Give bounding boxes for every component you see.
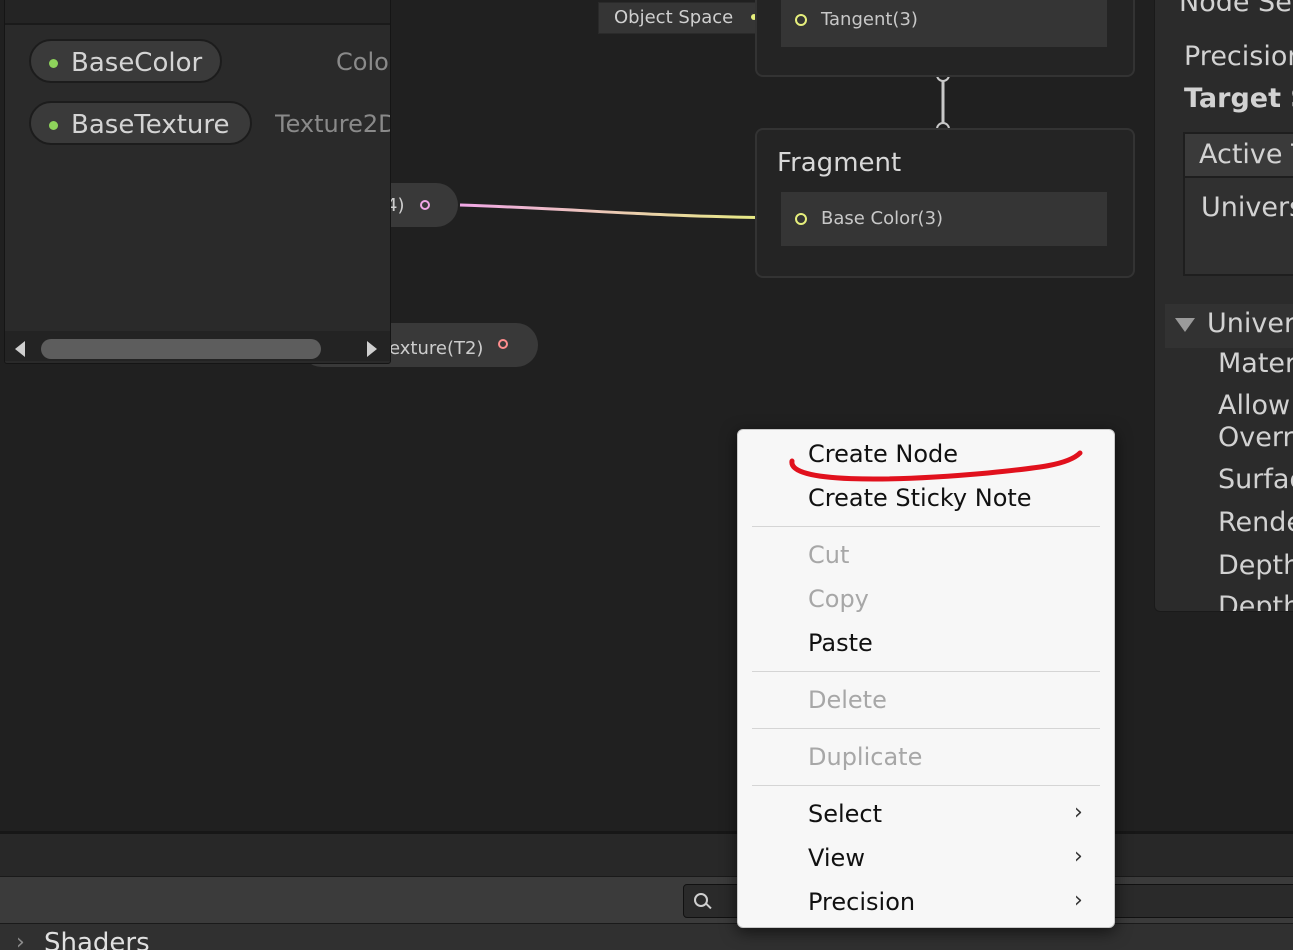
property-type: Colo [336,48,389,76]
menu-separator [752,785,1100,786]
chevron-right-icon[interactable]: › [16,930,25,950]
texture-node-output-label: exture(T2) [389,338,484,359]
graph-inspector-panel: Node Set Precision Target S Active T Uni… [1154,0,1293,612]
tangent-slot[interactable]: Tangent(3) [781,0,1107,47]
menu-item-select[interactable]: Select [808,800,882,828]
inspector-tab-node-settings[interactable]: Node Set [1179,0,1293,18]
submenu-arrow-icon: › [1074,800,1083,825]
depth-test-label: Depth [1218,591,1293,612]
color-to-basecolor-edge[interactable] [459,203,781,220]
property-pill-basetexture[interactable]: BaseTexture [29,101,252,145]
tangent-input-port[interactable] [795,14,807,26]
project-folder-label: Shaders [44,928,150,950]
color-output-port[interactable] [420,200,430,210]
property-dot-icon [49,59,58,68]
menu-separator [752,526,1100,527]
active-targets-label: Active T [1199,139,1293,170]
fragment-context-block[interactable]: Fragment Base Color(3) [755,128,1135,278]
depth-write-label: Depth [1218,550,1293,581]
horizontal-scrollbar[interactable] [5,331,390,361]
allow-override-label-line2: Overri [1218,422,1293,453]
material-field-label: Mater [1218,348,1293,379]
blackboard-panel: BaseColor Colo BaseTexture Texture2D [4,0,391,364]
scroll-left-icon[interactable] [15,341,25,357]
menu-separator [752,728,1100,729]
blackboard-header [5,0,390,25]
menu-item-precision[interactable]: Precision [808,888,915,916]
base-color-slot[interactable]: Base Color(3) [781,192,1107,246]
object-space-label: Object Space [614,7,734,28]
property-name: BaseTexture [71,110,230,140]
shader-graph-canvas[interactable]: 4) exture(T2) BaseColor Colo BaseTexture… [0,0,1293,950]
fragment-title: Fragment [777,148,902,178]
base-color-slot-label: Base Color(3) [821,208,944,229]
property-name: BaseColor [71,48,203,78]
submenu-arrow-icon: › [1074,844,1083,869]
tangent-slot-label: Tangent(3) [821,9,918,30]
property-type: Texture2D [275,110,390,138]
allow-override-label: Allow [1218,390,1291,421]
search-icon [694,893,708,907]
menu-item-paste[interactable]: Paste [808,629,873,657]
menu-item-view[interactable]: View [808,844,865,872]
base-color-input-port[interactable] [795,213,807,225]
foldout-triangle-icon[interactable] [1175,318,1195,332]
submenu-arrow-icon: › [1074,888,1083,913]
universal-foldout-label: Univers [1207,308,1293,339]
scroll-right-icon[interactable] [367,341,377,357]
vertex-context-block[interactable]: Tangent(3) [755,0,1135,77]
object-space-node[interactable]: Object Space [598,2,770,34]
texture-output-port[interactable] [498,339,508,349]
menu-item-create-sticky-note[interactable]: Create Sticky Note [808,484,1032,512]
render-field-label: Rende [1218,507,1293,538]
universal-foldout[interactable]: Univers [1165,304,1293,348]
property-pill-basecolor[interactable]: BaseColor [29,39,222,83]
target-settings-label: Target S [1184,83,1293,114]
active-targets-header: Active T [1185,134,1293,178]
menu-item-duplicate: Duplicate [808,743,923,771]
menu-item-delete: Delete [808,686,887,714]
menu-item-copy: Copy [808,585,869,613]
scrollbar-thumb[interactable] [41,339,321,359]
surface-field-label: Surfac [1218,464,1293,495]
menu-item-cut: Cut [808,541,850,569]
precision-label: Precision [1184,41,1293,72]
context-menu: Create Node Create Sticky Note Cut Copy … [737,429,1115,928]
universal-target-item[interactable]: Univers [1201,192,1293,223]
active-targets-list[interactable]: Active T Univers [1183,132,1293,276]
property-dot-icon [49,121,58,130]
menu-separator [752,671,1100,672]
